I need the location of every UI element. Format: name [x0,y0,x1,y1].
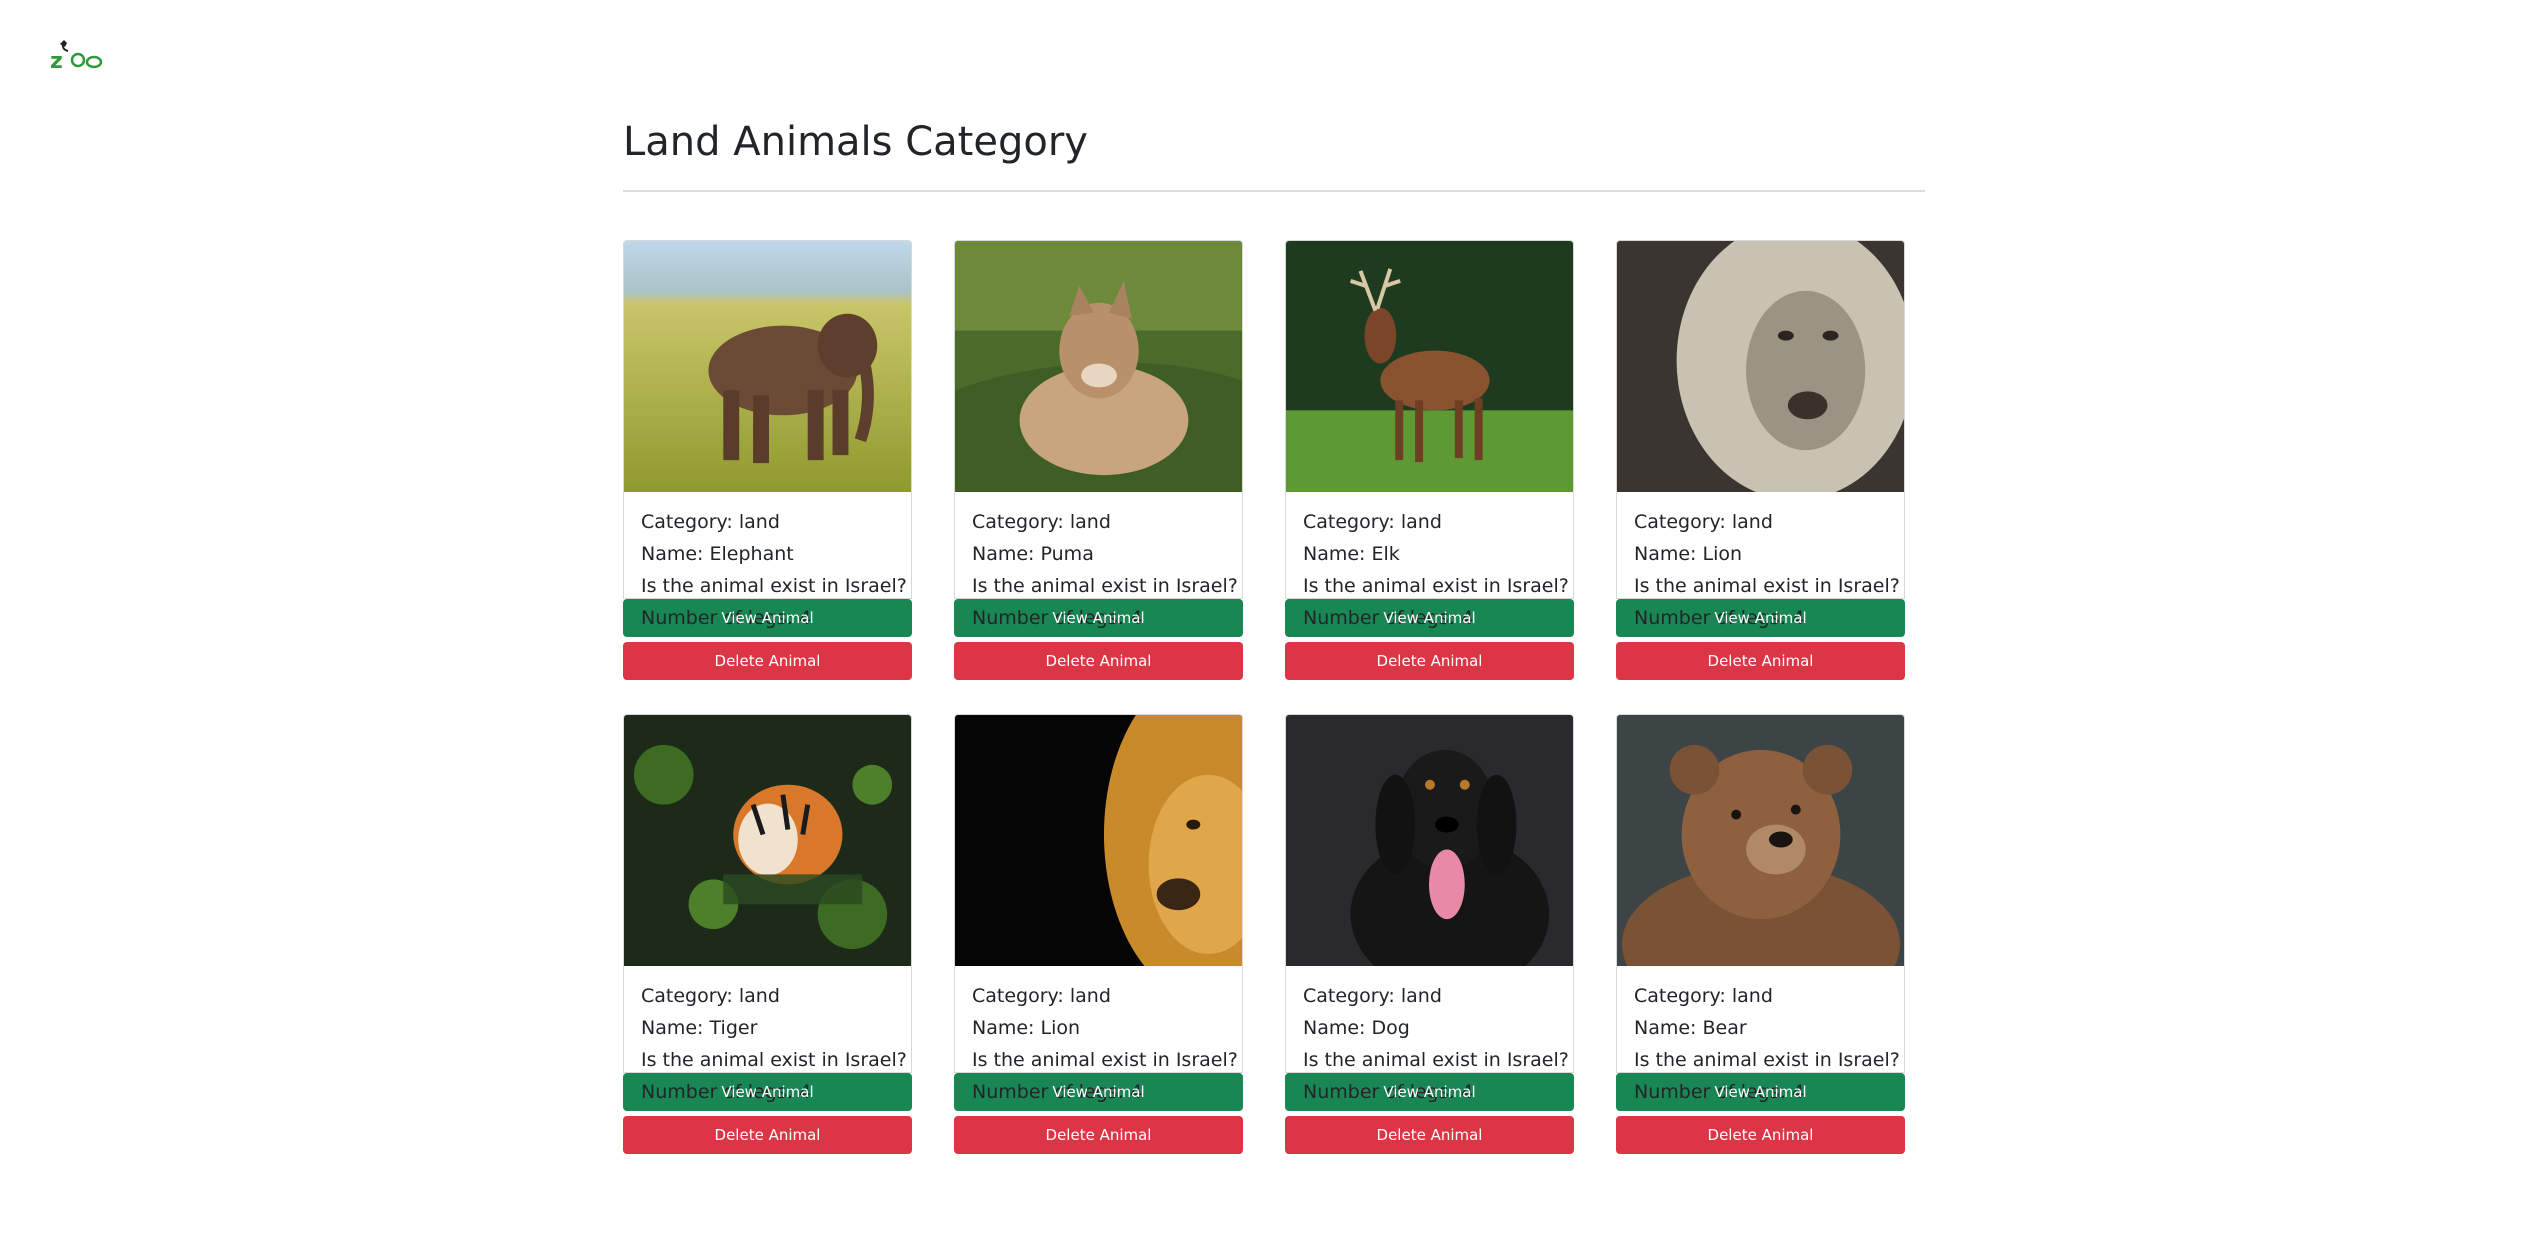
delete-animal-button[interactable]: Delete Animal [954,642,1243,680]
name-line: Name: Bear [1634,1012,1904,1044]
puma-photo [954,240,1243,492]
elk-photo [1285,240,1574,492]
card-body: Category: land Name: Elephant Is the ani… [623,492,912,629]
name-label: Name: [1303,1017,1366,1039]
category-label: Category: [972,985,1064,1007]
category-line: Category: land [641,506,911,538]
category-value: land [1731,511,1773,533]
name-value: Tiger [709,1017,758,1039]
israel-question: Is the animal exist in Israel? [641,575,907,597]
delete-animal-button[interactable]: Delete Animal [954,1116,1243,1154]
israel-question: Is the animal exist in Israel? [1303,1049,1569,1071]
animal-card: Category: land Name: Elephant Is the ani… [623,240,912,680]
name-label: Name: [1634,543,1697,565]
category-line: Category: land [1634,506,1904,538]
category-line: Category: land [972,980,1242,1012]
category-line: Category: land [641,980,911,1012]
page-title: Land Animals Category [623,119,1088,165]
name-value: Bear [1702,1017,1747,1039]
card-body: Category: land Name: Tiger Is the animal… [623,966,912,1103]
category-value: land [1400,985,1442,1007]
category-value: land [1731,985,1773,1007]
animal-card: Category: land Name: Bear Is the animal … [1616,714,1905,1154]
israel-question: Is the animal exist in Israel? [972,575,1238,597]
category-value: land [1069,985,1111,1007]
name-label: Name: [972,543,1035,565]
name-label: Name: [1634,1017,1697,1039]
category-label: Category: [641,985,733,1007]
card-body: Category: land Name: Lion Is the animal … [1616,492,1905,629]
delete-animal-button[interactable]: Delete Animal [1616,1116,1905,1154]
animal-card: Category: land Name: Lion Is the animal … [1616,240,1905,680]
category-value: land [738,511,780,533]
name-line: Name: Puma [972,538,1242,570]
animal-card-grid: Category: land Name: Elephant Is the ani… [623,240,1905,1154]
name-line: Name: Tiger [641,1012,911,1044]
name-value: Elephant [709,543,794,565]
card-body: Category: land Name: Bear Is the animal … [1616,966,1905,1103]
name-value: Elk [1371,543,1400,565]
delete-animal-button[interactable]: Delete Animal [623,642,912,680]
animal-card: Category: land Name: Tiger Is the animal… [623,714,912,1154]
name-value: Lion [1702,543,1743,565]
israel-question: Is the animal exist in Israel? [641,1049,907,1071]
name-line: Name: Lion [1634,538,1904,570]
category-label: Category: [972,511,1064,533]
category-label: Category: [1303,511,1395,533]
tiger-photo [623,714,912,966]
card-body: Category: land Name: Dog Is the animal e… [1285,966,1574,1103]
category-value: land [1400,511,1442,533]
delete-animal-button[interactable]: Delete Animal [623,1116,912,1154]
elephant-photo [623,240,912,492]
animal-card: Category: land Name: Elk Is the animal e… [1285,240,1574,680]
animal-card: Category: land Name: Puma Is the animal … [954,240,1243,680]
name-label: Name: [641,1017,704,1039]
category-label: Category: [1634,985,1726,1007]
israel-question: Is the animal exist in Israel? [1634,1049,1900,1071]
category-label: Category: [641,511,733,533]
zoo-logo[interactable]: z [48,38,104,72]
delete-animal-button[interactable]: Delete Animal [1285,1116,1574,1154]
card-body: Category: land Name: Puma Is the animal … [954,492,1243,629]
animal-card: Category: land Name: Dog Is the animal e… [1285,714,1574,1154]
name-label: Name: [972,1017,1035,1039]
israel-question: Is the animal exist in Israel? [1303,575,1569,597]
name-label: Name: [1303,543,1366,565]
name-line: Name: Dog [1303,1012,1573,1044]
category-line: Category: land [1303,506,1573,538]
category-value: land [1069,511,1111,533]
name-line: Name: Elk [1303,538,1573,570]
main-content: Land Animals Category Category: land Nam… [623,118,1925,1154]
name-line: Name: Elephant [641,538,911,570]
category-value: land [738,985,780,1007]
name-value: Puma [1040,543,1094,565]
category-line: Category: land [972,506,1242,538]
delete-animal-button[interactable]: Delete Animal [1616,642,1905,680]
category-label: Category: [1634,511,1726,533]
lion-photo [1616,240,1905,492]
israel-question: Is the animal exist in Israel? [972,1049,1238,1071]
bear-photo [1616,714,1905,966]
israel-question: Is the animal exist in Israel? [1634,575,1900,597]
category-label: Category: [1303,985,1395,1007]
title-divider [623,190,1925,192]
card-body: Category: land Name: Lion Is the animal … [954,966,1243,1103]
name-value: Lion [1040,1017,1081,1039]
name-line: Name: Lion [972,1012,1242,1044]
animal-card: Category: land Name: Lion Is the animal … [954,714,1243,1154]
category-line: Category: land [1303,980,1573,1012]
name-label: Name: [641,543,704,565]
lion-photo [954,714,1243,966]
name-value: Dog [1371,1017,1410,1039]
delete-animal-button[interactable]: Delete Animal [1285,642,1574,680]
category-line: Category: land [1634,980,1904,1012]
svg-text:z: z [50,49,63,72]
card-body: Category: land Name: Elk Is the animal e… [1285,492,1574,629]
dog-photo [1285,714,1574,966]
